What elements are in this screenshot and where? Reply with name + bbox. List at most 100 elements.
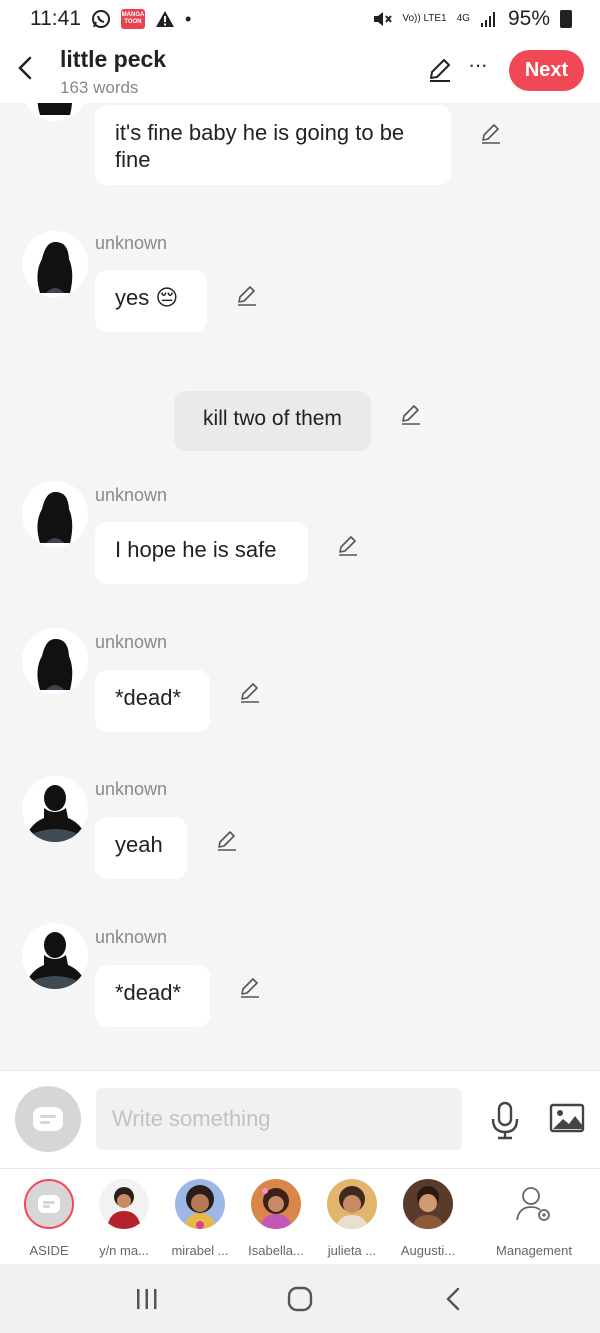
chevron-left-icon — [446, 1287, 460, 1310]
edit-message-button[interactable] — [238, 975, 262, 999]
message-text-line-1: it's fine baby he is going to be — [115, 120, 405, 145]
network-type-label: 4G — [456, 13, 470, 24]
management-avatar — [509, 1179, 559, 1229]
avatar[interactable] — [22, 481, 88, 547]
message-bubble[interactable]: *dead* — [95, 670, 210, 732]
avatar[interactable] — [22, 628, 88, 694]
microphone-icon — [491, 1101, 519, 1140]
image-button[interactable] — [549, 1103, 585, 1133]
sender-name: unknown — [95, 233, 168, 253]
edit-message-button[interactable] — [336, 533, 360, 557]
character-label: ASIDE — [29, 1243, 69, 1258]
character-julieta[interactable]: julieta ... — [314, 1179, 390, 1258]
message-bubble[interactable]: it's fine baby he is going to be fine — [95, 105, 451, 185]
message-text: *dead* — [115, 685, 182, 710]
character-label: julieta ... — [327, 1243, 377, 1258]
avatar[interactable] — [22, 776, 88, 842]
character-agustin[interactable]: Augusti... — [390, 1179, 466, 1258]
recent-apps-button[interactable] — [127, 1279, 167, 1319]
aside-text: kill two of them — [203, 407, 342, 430]
sender-name: unknown — [95, 779, 168, 799]
voice-button[interactable] — [490, 1101, 520, 1141]
whatsapp-icon — [92, 10, 110, 28]
message-bubble[interactable]: yeah — [95, 817, 187, 879]
message-bubble[interactable]: *dead* — [95, 965, 210, 1027]
pencil-icon — [241, 683, 259, 703]
message-input[interactable] — [96, 1088, 462, 1150]
avatar[interactable] — [22, 103, 88, 121]
chat-bubble-icon — [38, 1195, 60, 1213]
avatar[interactable] — [22, 923, 88, 989]
avatar[interactable] — [22, 231, 88, 297]
character-label: Isabella... — [248, 1243, 304, 1258]
message-bubble[interactable]: yes 😔 — [95, 270, 207, 332]
female-silhouette-icon — [22, 481, 88, 547]
signal-icon — [480, 12, 495, 27]
character-avatar-icon — [183, 1185, 217, 1229]
pencil-icon — [402, 405, 420, 425]
home-icon — [287, 1286, 313, 1311]
edit-title-button[interactable] — [426, 56, 454, 84]
sender-name: unknown — [95, 927, 168, 947]
pencil-icon — [482, 124, 500, 144]
system-nav-bar — [0, 1264, 600, 1333]
chat-bubble-icon — [33, 1107, 63, 1131]
female-silhouette-icon — [22, 231, 88, 297]
mangatoon-app-icon: MANGA TOON — [121, 9, 145, 29]
aside-bubble[interactable]: kill two of them — [174, 391, 371, 451]
edit-message-button[interactable] — [238, 680, 262, 704]
word-count: 163 words — [60, 78, 139, 97]
character-avatar-icon — [335, 1186, 369, 1229]
character-aside[interactable]: ASIDE — [11, 1179, 87, 1258]
image-icon — [549, 1103, 585, 1133]
pencil-icon — [218, 831, 236, 851]
edit-message-button[interactable] — [479, 121, 503, 145]
notification-dot: • — [185, 8, 192, 29]
status-right: Vo)) LTE1 4G 95% — [372, 7, 572, 31]
edit-message-button[interactable] — [235, 283, 259, 307]
character-avatar-icon — [107, 1187, 141, 1229]
avatar — [403, 1179, 453, 1229]
recent-apps-icon — [136, 1288, 157, 1309]
pencil-icon — [339, 536, 357, 556]
sender-name: unknown — [95, 632, 168, 652]
sender-name: unknown — [95, 485, 168, 505]
edit-message-button[interactable] — [215, 828, 239, 852]
character-management[interactable]: Management — [492, 1179, 576, 1258]
message-text-line-2: fine — [115, 147, 151, 172]
volte-label: Vo)) LTE1 — [402, 13, 447, 24]
avatar — [99, 1179, 149, 1229]
pencil-icon — [238, 286, 256, 306]
avatar — [175, 1179, 225, 1229]
character-mirabel[interactable]: mirabel ... — [162, 1179, 238, 1258]
home-button[interactable] — [280, 1279, 320, 1319]
system-back-button[interactable] — [433, 1279, 473, 1319]
battery-icon — [560, 10, 572, 28]
message-text: yes 😔 — [115, 285, 179, 310]
back-button[interactable] — [10, 50, 40, 86]
male-silhouette-icon — [22, 923, 88, 989]
chevron-left-icon — [18, 56, 32, 80]
character-avatar-icon — [411, 1186, 445, 1229]
next-button[interactable]: Next — [509, 50, 584, 91]
status-bar: 11:41 MANGA TOON • Vo)) LTE1 4G 95% — [0, 0, 600, 38]
chat-area[interactable]: it's fine baby he is going to be fine un… — [0, 103, 600, 1070]
edit-message-button[interactable] — [399, 402, 423, 426]
aside-avatar — [24, 1179, 74, 1229]
mute-icon — [374, 12, 393, 26]
character-yn[interactable]: y/n ma... — [86, 1179, 162, 1258]
story-title: little peck — [60, 46, 167, 72]
character-label: mirabel ... — [171, 1243, 229, 1258]
more-options-button[interactable]: ··· — [468, 52, 488, 78]
message-text: *dead* — [115, 980, 182, 1005]
header: little peck 163 words ··· Next — [0, 38, 600, 103]
user-settings-icon — [516, 1187, 550, 1221]
aside-toggle-button[interactable] — [15, 1086, 81, 1152]
female-silhouette-icon — [22, 628, 88, 694]
message-bubble[interactable]: I hope he is safe — [95, 522, 308, 584]
character-isabella[interactable]: Isabella... — [238, 1179, 314, 1258]
character-avatar-icon — [259, 1188, 293, 1229]
message-text: yeah — [115, 832, 163, 857]
input-bar — [0, 1070, 600, 1168]
female-silhouette-icon — [25, 103, 85, 121]
